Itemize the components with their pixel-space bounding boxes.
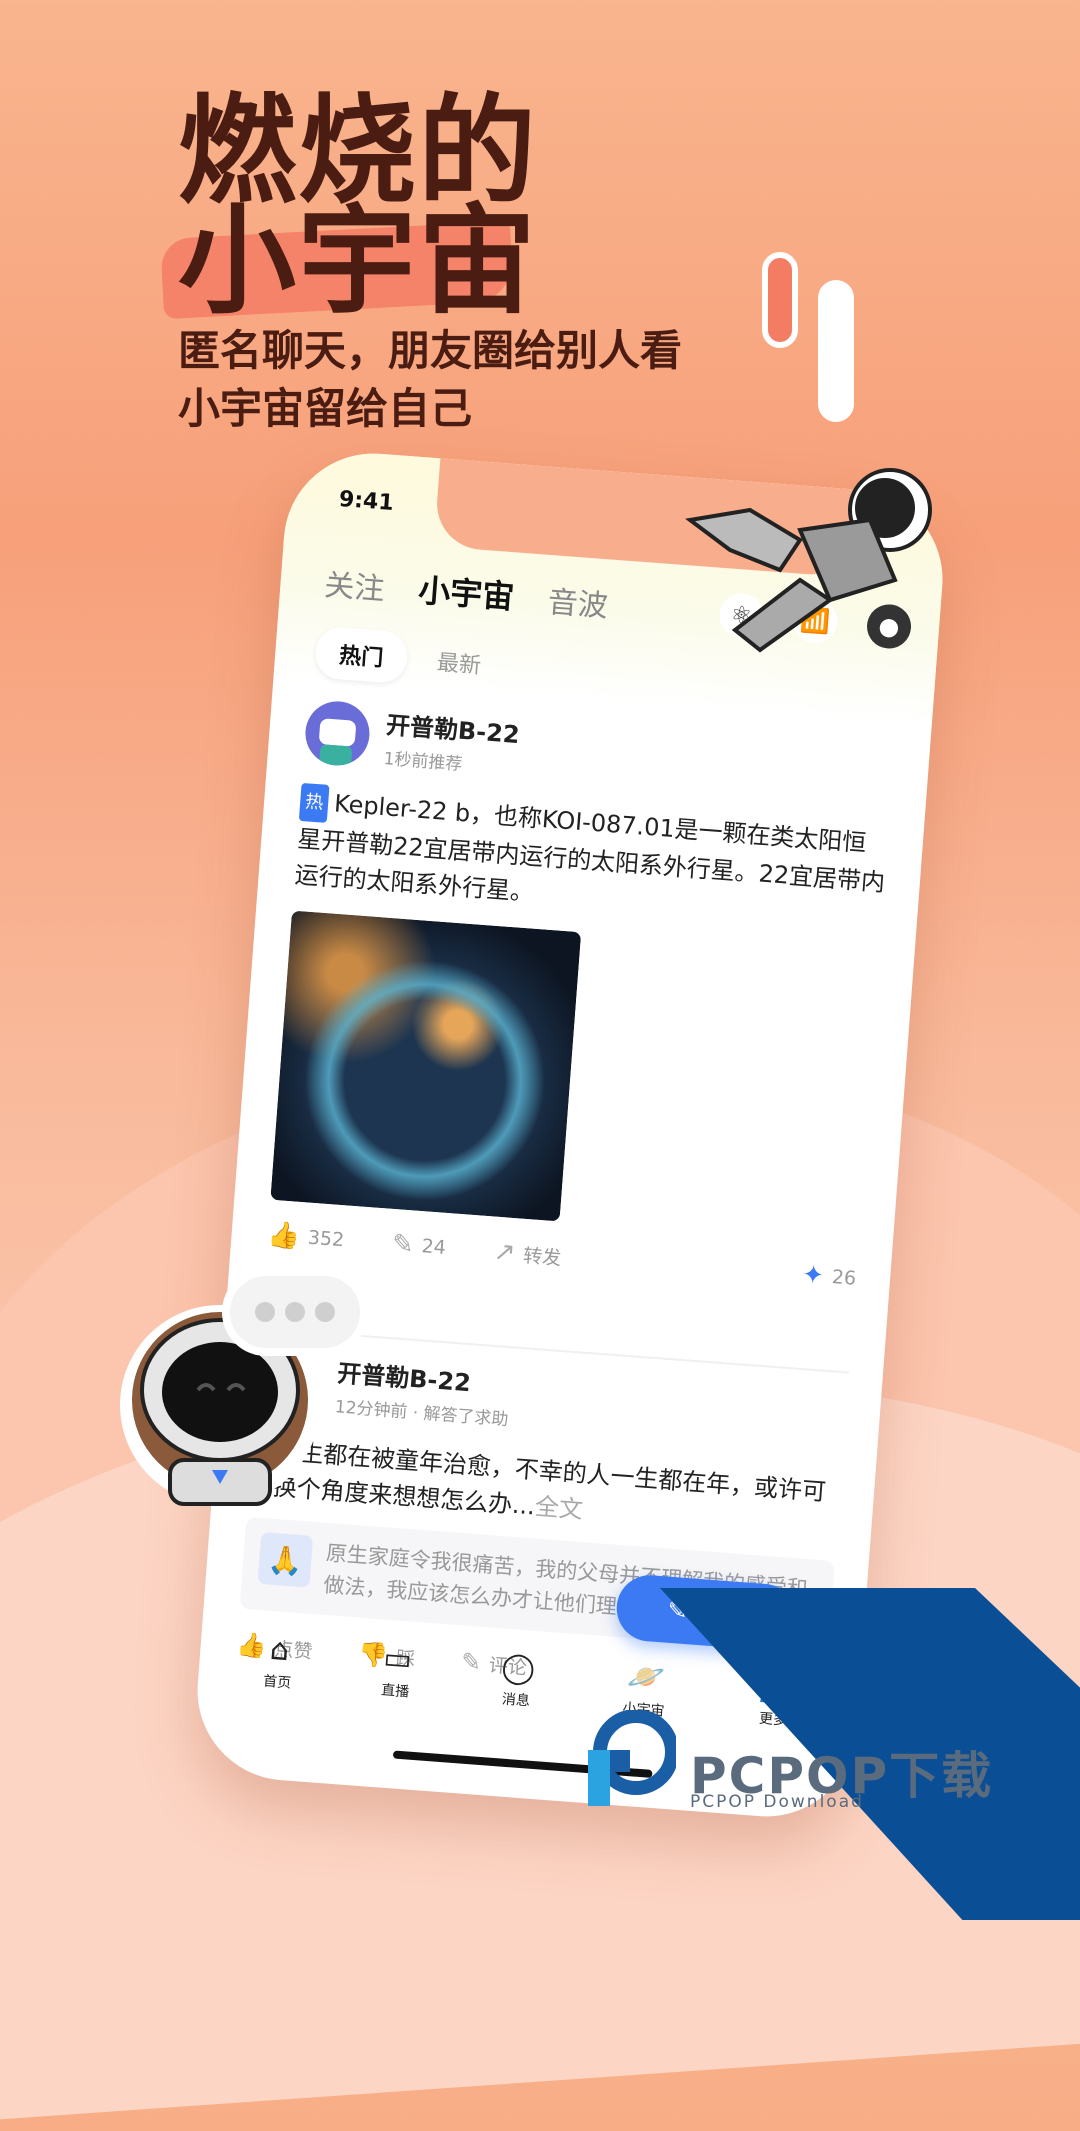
headline-line-2-text: 小宇宙 [178,192,539,330]
post-text: Kepler-22 b，也称KOI-087.01是一颗在类太阳恒星开普勒22宜居… [293,789,886,907]
share-label: 转发 [522,1244,563,1270]
nav-label: 直播 [380,1682,410,1701]
share-arrow-icon: ↗ [492,1236,517,1269]
headline-line-2: 小宇宙 [160,202,538,320]
decor-bar [818,280,854,422]
typing-bubble [230,1276,360,1348]
tab-follow[interactable]: 关注 [323,560,386,608]
decor-bar [762,252,798,348]
comment-button[interactable]: ✎ 24 [391,1229,447,1263]
subhead-line-1: 匿名聊天，朋友圈给别人看 [178,326,683,375]
hot-badge: 热 [298,782,330,823]
avatar[interactable] [303,699,372,768]
post-card[interactable]: 开普勒B-22 1秒前推荐 热 Kepler-22 b，也称KOI-087.01是… [267,699,897,1294]
nav-live[interactable]: ▭ 直播 [380,1640,414,1702]
message-icon: ◯ [500,1649,537,1687]
astronaut-sticker-icon [685,468,932,653]
promo-subhead: 匿名聊天，朋友圈给别人看 小宇宙留给自己 [178,322,682,438]
planet-icon: 🪐 [625,1658,666,1697]
share-button[interactable]: ↗ 转发 [493,1237,563,1272]
subtab-latest[interactable]: 最新 [436,645,482,680]
pcpop-logo-icon [588,1710,676,1806]
thumbs-up-icon: 👍 [266,1219,302,1252]
nav-messages[interactable]: ◯ 消息 [499,1649,537,1710]
like-count: 352 [307,1226,345,1252]
nav-label: 消息 [501,1691,531,1710]
post-body[interactable]: 热 Kepler-22 b，也称KOI-087.01是一颗在类太阳恒星开普勒22宜… [293,782,890,937]
star-button[interactable]: ✦ 26 [801,1260,857,1294]
read-more-link[interactable]: 全文 [534,1492,584,1524]
tab-universe[interactable]: 小宇宙 [417,565,516,618]
video-icon: ▭ [382,1640,414,1678]
author-name[interactable]: 开普勒B-22 [385,705,521,750]
home-icon: ⌂ [268,1632,291,1669]
like-button[interactable]: 👍 352 [267,1220,346,1256]
subhead-line-2: 小宇宙留给自己 [178,384,473,433]
pencil-icon: ✎ [390,1229,415,1261]
subtab-hot[interactable]: 热门 [313,625,410,685]
nav-home[interactable]: ⌂ 首页 [262,1632,295,1693]
star-count: 26 [831,1266,857,1290]
comment-count: 24 [420,1235,447,1259]
post-meta: 1秒前推荐 [382,748,464,775]
sparkle-star-icon: ✦ [801,1259,826,1292]
post-actions: 👍 352 ✎ 24 ↗ 转发 ✦ 26 [267,1220,858,1294]
status-time: 9:41 [338,486,395,516]
tab-sound[interactable]: 音波 [547,577,610,625]
nav-label: 首页 [262,1673,292,1692]
pray-hands-icon: 🙏 [257,1531,314,1588]
promo-headline: 燃烧的 小宇宙 [160,92,538,320]
watermark-subtext: PCPOP Download [690,1792,864,1812]
post-image[interactable] [270,910,582,1222]
